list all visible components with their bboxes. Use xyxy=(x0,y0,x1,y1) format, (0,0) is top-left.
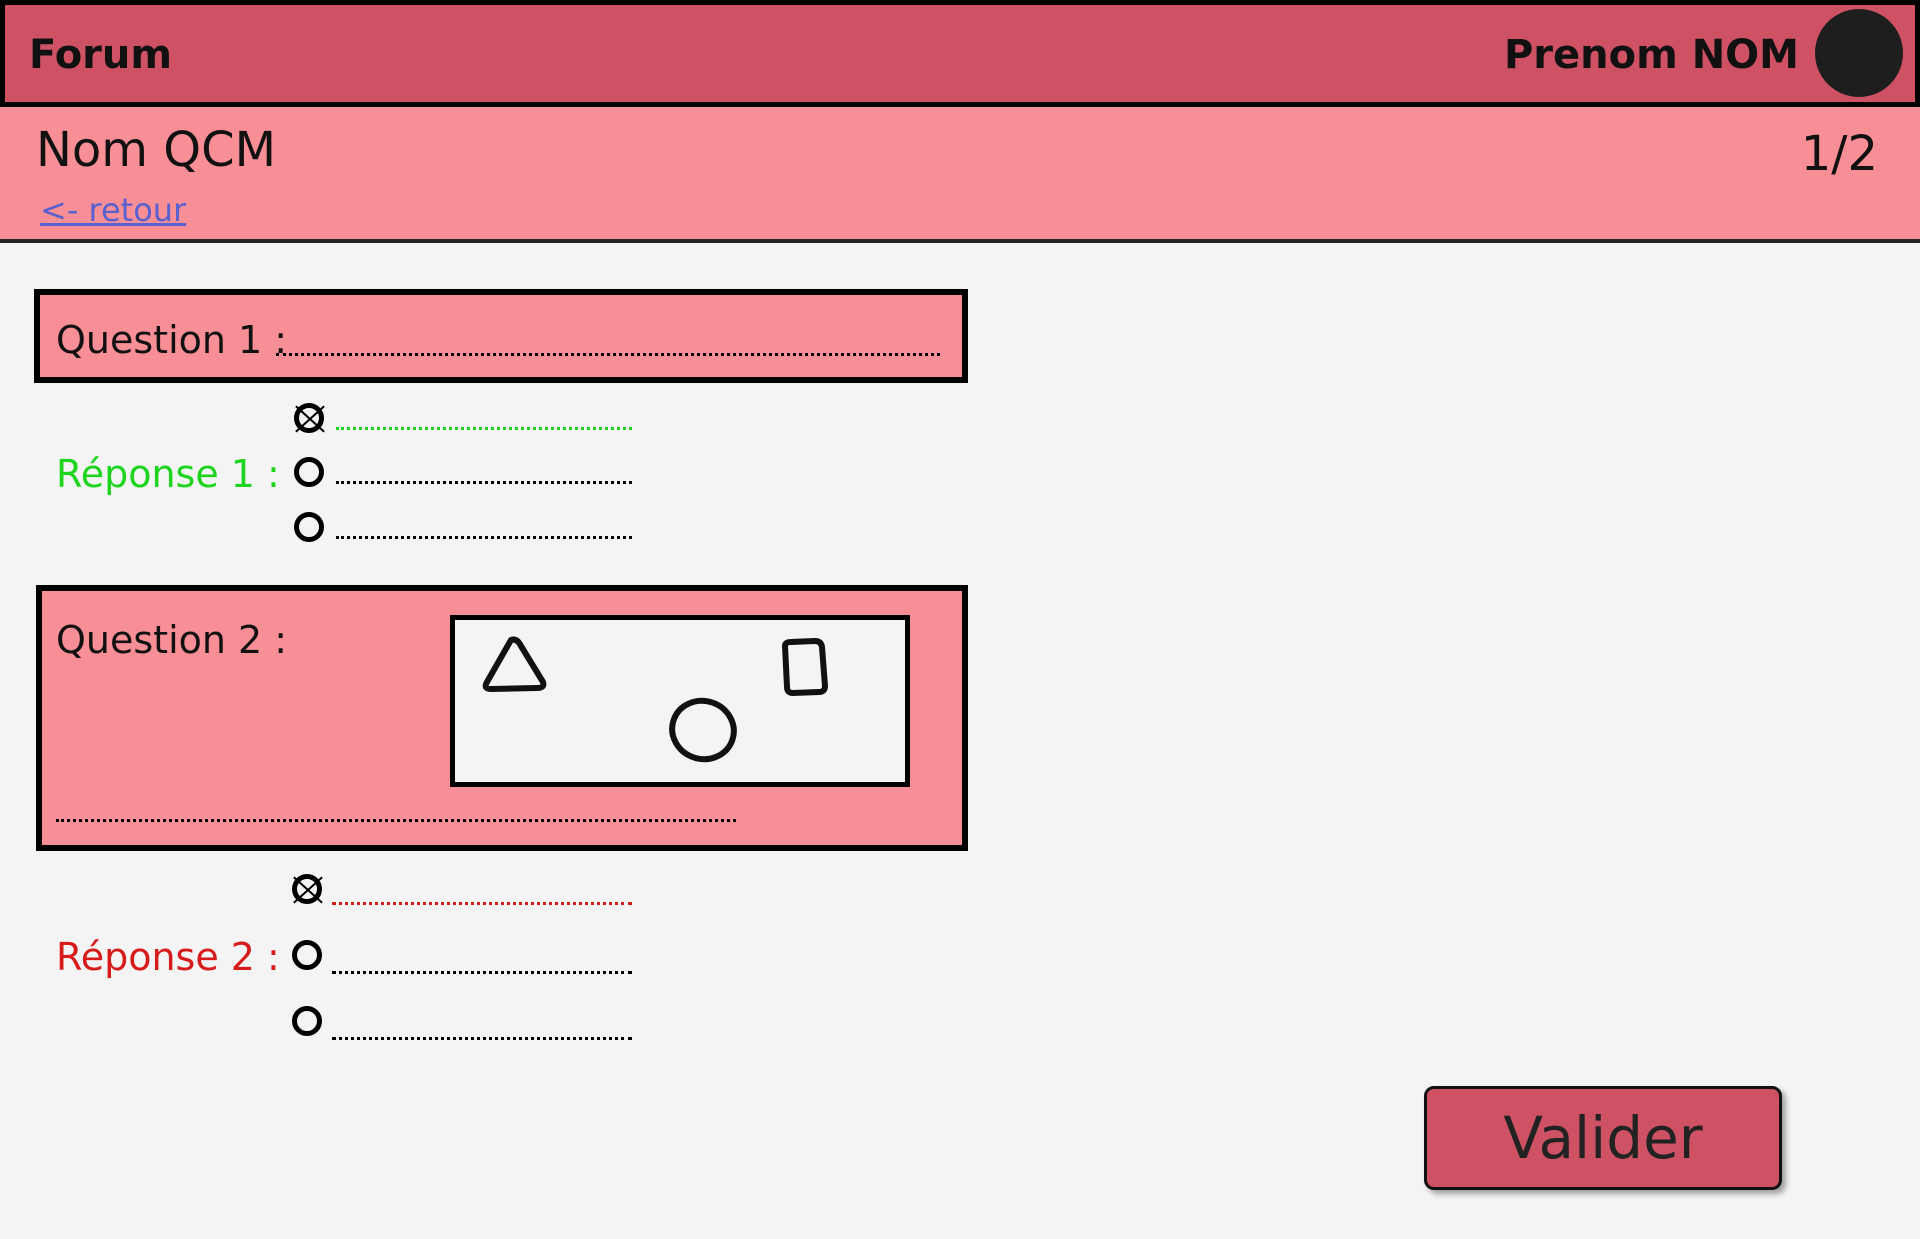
question-1-box: Question 1 : xyxy=(34,289,968,383)
question-2-label: Question 2 : xyxy=(56,618,288,662)
submit-button[interactable]: Valider xyxy=(1424,1086,1782,1190)
triangle-icon xyxy=(482,636,547,692)
question-2-figure xyxy=(450,615,910,787)
radio-icon[interactable] xyxy=(292,940,322,970)
option-text-placeholder xyxy=(336,536,632,539)
brand-title[interactable]: Forum xyxy=(29,27,172,83)
question-2-box: Question 2 : xyxy=(36,585,968,851)
option-text-placeholder xyxy=(332,1037,632,1040)
question-1-text-placeholder xyxy=(276,353,940,356)
option-text-placeholder xyxy=(336,481,632,484)
user-avatar-icon[interactable] xyxy=(1815,9,1903,97)
page-title: Nom QCM xyxy=(36,122,276,178)
user-name[interactable]: Prenom NOM xyxy=(1504,27,1799,83)
question-2-text-placeholder xyxy=(56,819,736,822)
question-1-label: Question 1 : xyxy=(56,318,288,362)
response-2-label: Réponse 2 : xyxy=(56,935,280,979)
option-text-placeholder xyxy=(332,971,632,974)
radio-icon[interactable] xyxy=(292,1006,322,1036)
radio-icon[interactable] xyxy=(294,457,324,487)
option-text-placeholder xyxy=(332,902,632,905)
radio-checked-icon[interactable] xyxy=(292,874,322,904)
radio-checked-icon[interactable] xyxy=(294,403,324,433)
top-navbar: Forum Prenom NOM xyxy=(0,0,1920,107)
back-link[interactable]: <- retour xyxy=(40,188,186,232)
page-indicator: 1/2 xyxy=(1800,126,1878,182)
option-text-placeholder xyxy=(336,427,632,430)
radio-icon[interactable] xyxy=(294,512,324,542)
circle-icon xyxy=(669,697,737,763)
response-1-label: Réponse 1 : xyxy=(56,452,280,496)
square-icon xyxy=(782,638,828,696)
shapes-figure xyxy=(482,636,828,763)
quiz-header: Nom QCM <- retour 1/2 xyxy=(0,107,1920,243)
